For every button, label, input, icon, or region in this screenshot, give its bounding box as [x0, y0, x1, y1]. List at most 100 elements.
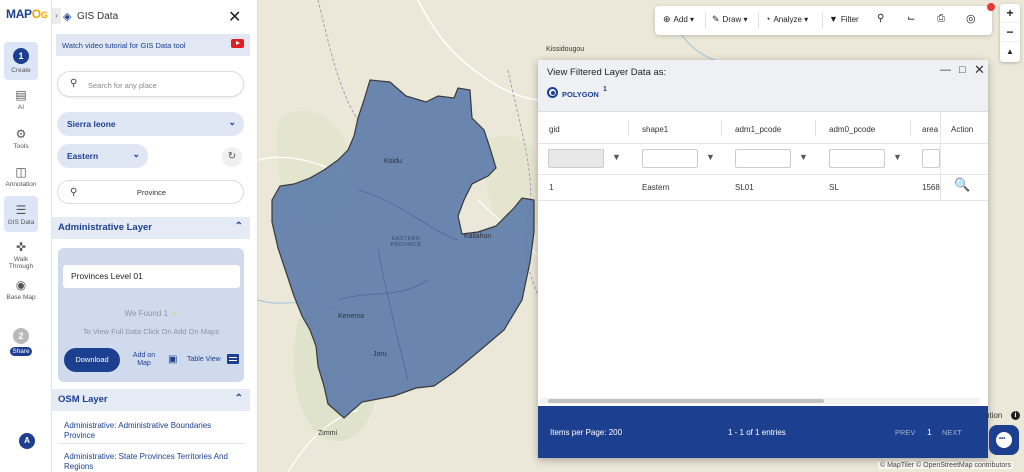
map-label: Koidu: [384, 158, 402, 165]
maximize-icon[interactable]: □: [959, 64, 966, 76]
administrative-layer-header[interactable]: Administrative Layer ⌃: [52, 217, 250, 239]
filter-icon[interactable]: ▼: [893, 152, 902, 162]
osm-link[interactable]: Administrative: Administrative Boundarie…: [64, 421, 244, 441]
osm-layer-header[interactable]: OSM Layer ⌃: [52, 389, 250, 411]
osm-link[interactable]: Administrative: State Provinces Territor…: [64, 452, 244, 472]
level-field[interactable]: Provinces Level 01: [63, 265, 240, 288]
adm1-pcode-filter-input[interactable]: [735, 149, 791, 168]
rail-item-label: Annotation: [5, 181, 37, 188]
window-title: View Filtered Layer Data as:: [547, 67, 667, 78]
rail-item-create[interactable]: 1 Create: [4, 42, 38, 80]
rail-item-label: Tools: [13, 143, 29, 150]
filter-icon[interactable]: ▼: [706, 152, 715, 162]
chat-bubble-icon: •••: [999, 436, 1006, 442]
info-icon[interactable]: i: [1011, 411, 1020, 420]
polygon-radio[interactable]: [547, 87, 558, 98]
step-1-badge: 1: [13, 48, 29, 64]
gid-filter-input[interactable]: [548, 149, 604, 168]
column-header-gid[interactable]: gid: [549, 125, 560, 134]
country-select[interactable]: Sierra leone ⌄: [57, 112, 244, 136]
rail-item-ai[interactable]: ▤ AI: [4, 88, 38, 111]
column-header-adm0-pcode[interactable]: adm0_pcode: [829, 125, 875, 134]
notification-dot[interactable]: [987, 3, 995, 11]
avatar[interactable]: A: [19, 433, 35, 449]
refresh-icon[interactable]: ↻: [222, 147, 242, 167]
measure-icon[interactable]: ⌙: [907, 13, 915, 24]
prev-button[interactable]: PREV: [895, 428, 915, 437]
rail-item-gis-data[interactable]: ☰ GIS Data: [4, 196, 38, 232]
divider: [58, 443, 244, 444]
rail-item-share[interactable]: 2 Share: [4, 326, 38, 356]
mapog-logo[interactable]: MAPOG: [6, 7, 48, 21]
print-icon[interactable]: ⎙: [937, 13, 945, 24]
province-search-value: Province: [136, 188, 167, 197]
ai-icon: ▤: [15, 88, 27, 102]
gis-data-panel: › ◈ GIS Data ✕ Watch video tutorial for …: [52, 0, 258, 472]
minimize-icon[interactable]: —: [940, 64, 951, 76]
divider: [538, 174, 988, 175]
map-add-icon[interactable]: ▣: [168, 354, 177, 365]
area-filter-input[interactable]: [922, 149, 940, 168]
zoom-in-button[interactable]: +: [1000, 4, 1020, 23]
scrollbar-thumb[interactable]: [548, 399, 824, 403]
walk-icon: ✜: [15, 240, 27, 254]
divider: [628, 120, 629, 136]
close-icon[interactable]: ✕: [228, 7, 241, 27]
zoom-to-feature-icon[interactable]: 🔍: [954, 177, 970, 193]
table-icon[interactable]: [227, 354, 239, 364]
zoom-controls: + − ▲: [1000, 4, 1020, 62]
chevron-down-icon: ⌄: [132, 149, 140, 159]
table-view-button[interactable]: Table View: [187, 356, 221, 363]
youtube-icon[interactable]: [231, 39, 244, 48]
pie-chart-icon: ◔: [765, 14, 771, 24]
rail-item-tools[interactable]: ⚙ Tools: [4, 127, 38, 150]
filter-button[interactable]: ▼ Filter: [829, 14, 859, 24]
search-icon: ⚲: [70, 78, 78, 89]
place-search-input[interactable]: [88, 78, 228, 92]
rail-item-label: Share: [10, 347, 32, 356]
map-label: Joru: [373, 351, 387, 358]
adm0-pcode-filter-input[interactable]: [829, 149, 885, 168]
video-tutorial-banner[interactable]: Watch video tutorial for GIS Data tool: [56, 34, 250, 56]
add-button[interactable]: ⊕ Add ▾: [663, 14, 694, 25]
close-icon[interactable]: ✕: [974, 62, 985, 78]
shape1-filter-input[interactable]: [642, 149, 698, 168]
column-header-area[interactable]: area: [922, 125, 938, 134]
add-on-map-button[interactable]: Add on Map: [128, 352, 160, 368]
rail-item-walk-through[interactable]: ✜ Walk Through: [4, 240, 38, 270]
zoom-out-button[interactable]: −: [1000, 23, 1020, 42]
map-label: Zimmi: [318, 430, 338, 437]
view-full-hint: To View Full Data Click On Add On Maps: [82, 327, 220, 336]
rail-item-base-map[interactable]: ◉ Base Map: [4, 278, 38, 301]
column-header-adm1-pcode[interactable]: adm1_pcode: [735, 125, 781, 134]
draw-button[interactable]: ✎ Draw ▾: [712, 14, 747, 25]
compass-reset-button[interactable]: ▲: [1000, 42, 1020, 61]
province-search-box[interactable]: ⚲ Province: [57, 180, 244, 204]
cell-shape1: Eastern: [642, 183, 670, 192]
current-page: 1: [927, 427, 932, 437]
gear-icon: ⚙: [15, 127, 27, 141]
column-header-action: Action: [950, 125, 974, 134]
chat-button[interactable]: •••: [989, 425, 1019, 455]
items-per-page[interactable]: Items per Page: 200: [550, 428, 622, 437]
analyze-button[interactable]: ◔ Analyze ▾: [765, 14, 808, 24]
locate-icon[interactable]: ◎: [966, 12, 976, 25]
filter-icon[interactable]: ▼: [799, 152, 808, 162]
divider: [538, 143, 988, 144]
horizontal-scrollbar[interactable]: [540, 398, 980, 404]
region-select[interactable]: Eastern ⌄: [57, 144, 148, 168]
download-button[interactable]: Download: [64, 348, 120, 372]
map-copyright[interactable]: © MapTiler © OpenStreetMap contributors: [878, 462, 1014, 469]
geometry-count: 1: [603, 86, 607, 93]
divider: [721, 120, 722, 136]
column-header-shape1[interactable]: shape1: [642, 125, 668, 134]
found-count: 1: [163, 309, 169, 318]
next-button[interactable]: NEXT: [942, 428, 962, 437]
rail-item-label: GIS Data: [7, 219, 35, 226]
rail-item-annotation[interactable]: ◫ Annotation: [4, 165, 38, 188]
search-icon[interactable]: ⚲: [877, 13, 884, 24]
collapse-panel-button[interactable]: ›: [52, 8, 61, 24]
funnel-icon: ▼: [829, 14, 838, 24]
filter-icon[interactable]: ▼: [612, 152, 621, 162]
map-label: EASTERN PROVINCE: [390, 236, 422, 248]
